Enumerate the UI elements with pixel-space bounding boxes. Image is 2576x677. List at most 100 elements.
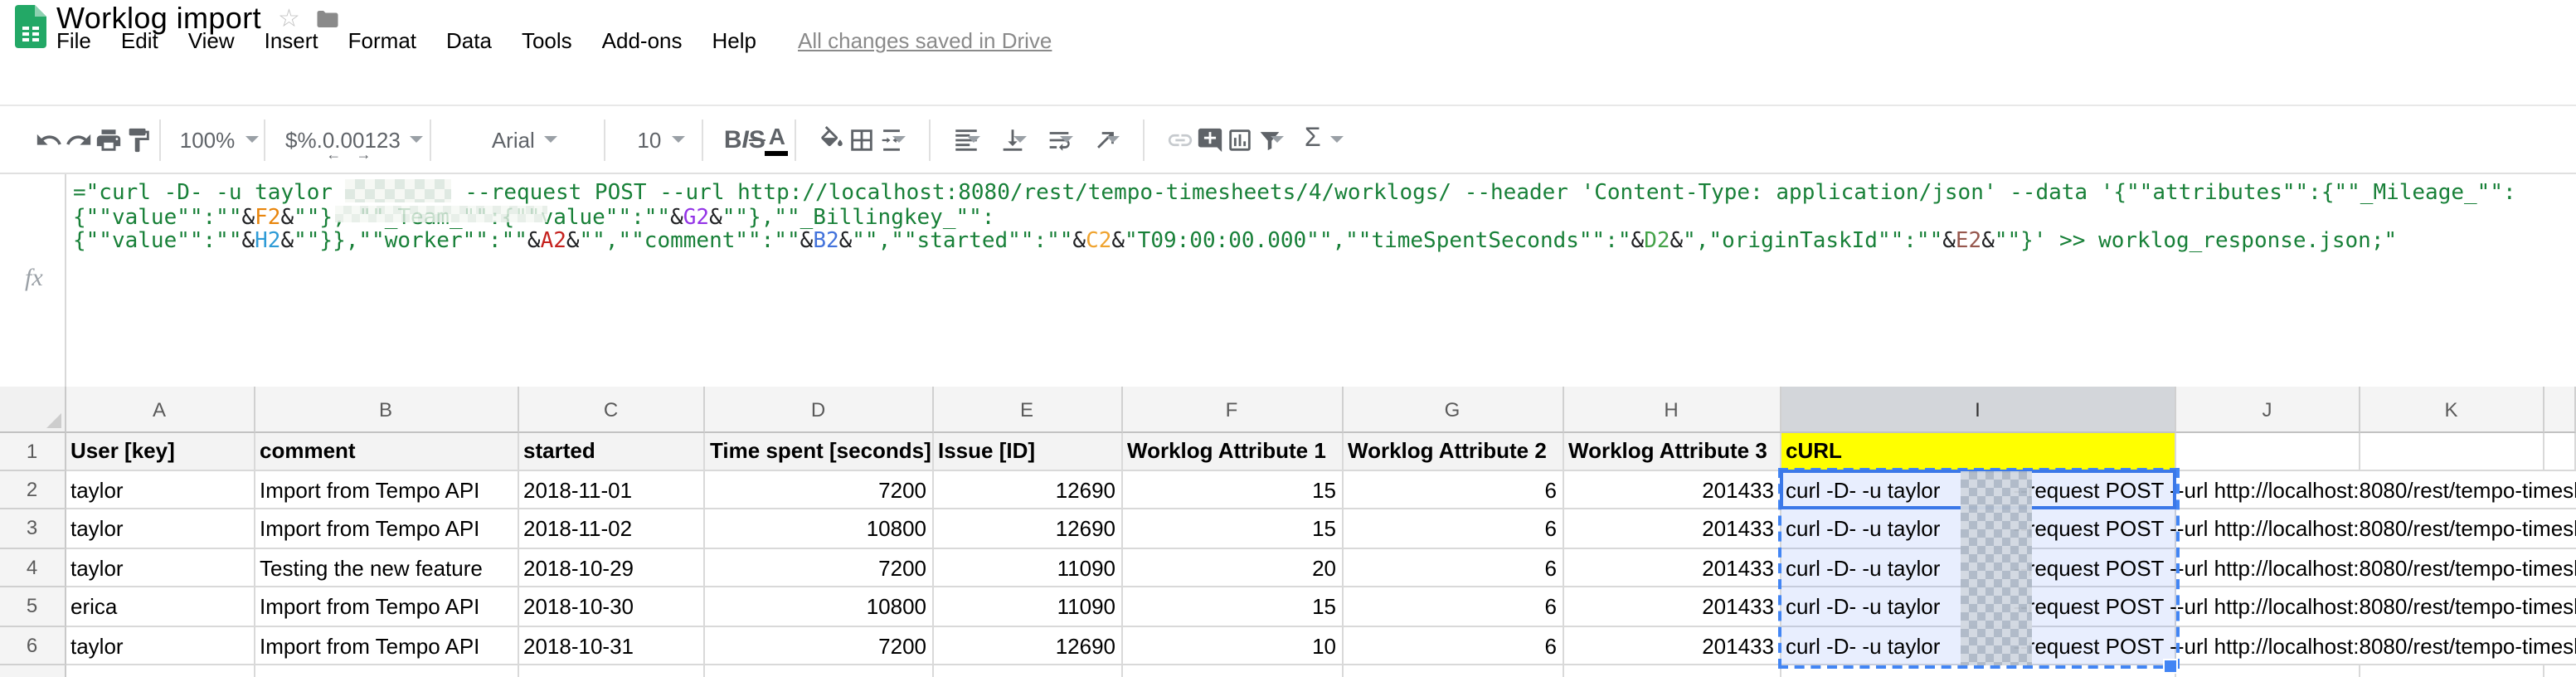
menu-item-file[interactable]: File (41, 28, 106, 53)
column-header-partial[interactable] (2544, 387, 2576, 433)
cell-empty[interactable] (255, 665, 518, 677)
cell-time-spent[interactable]: 10800 (705, 509, 933, 548)
cell-attr1[interactable]: 10 (1122, 626, 1343, 665)
cell-started[interactable]: 2018-11-01 (518, 470, 705, 509)
cell-issue-id[interactable]: 12690 (933, 626, 1122, 665)
star-icon[interactable]: ☆ (278, 6, 300, 31)
column-header-J[interactable]: J (2176, 387, 2360, 433)
cell-user[interactable]: erica (66, 587, 255, 626)
cell-empty[interactable] (66, 665, 255, 677)
menu-item-help[interactable]: Help (697, 28, 772, 53)
cell-attr2[interactable]: 6 (1343, 470, 1563, 509)
format-percent-button[interactable]: % (297, 127, 316, 152)
cell-L1[interactable] (2544, 433, 2576, 470)
cell-J1[interactable] (2176, 433, 2360, 470)
cell-attr2[interactable]: 6 (1343, 509, 1563, 548)
menu-item-format[interactable]: Format (333, 28, 431, 53)
cell-time-spent[interactable]: 7200 (705, 548, 933, 587)
cell-issue-id[interactable]: 11090 (933, 548, 1122, 587)
cell-comment[interactable]: Testing the new feature (255, 548, 518, 587)
decrease-decimal-button[interactable]: .0← (317, 127, 335, 152)
header-cell-E[interactable]: Issue [ID] (933, 433, 1122, 470)
cell-attr2[interactable]: 6 (1343, 626, 1563, 665)
cell-user[interactable]: taylor (66, 626, 255, 665)
cell-issue-id[interactable]: 12690 (933, 509, 1122, 548)
text-color-button[interactable]: A (766, 123, 789, 156)
increase-decimal-button[interactable]: .00→ (334, 127, 364, 152)
functions-button[interactable]: Σ (1305, 124, 1344, 154)
cell-empty[interactable] (933, 665, 1122, 677)
column-header-B[interactable]: B (255, 387, 518, 433)
cell-comment[interactable]: Import from Tempo API (255, 587, 518, 626)
cell-attr3[interactable]: 201433 (1563, 548, 1781, 587)
cell-user[interactable]: taylor (66, 548, 255, 587)
header-cell-C[interactable]: started (518, 433, 705, 470)
number-format-select[interactable]: 123 (364, 127, 423, 152)
cell-empty[interactable] (2360, 665, 2544, 677)
cell-empty[interactable] (1122, 665, 1343, 677)
fill-handle[interactable] (2163, 659, 2178, 674)
zoom-select[interactable]: 100% (181, 127, 257, 152)
folder-icon[interactable] (315, 6, 340, 31)
insert-link-icon[interactable] (1165, 124, 1195, 154)
cell-time-spent[interactable]: 7200 (705, 470, 933, 509)
insert-comment-button[interactable] (1195, 124, 1225, 154)
row-header-5[interactable]: 5 (0, 587, 66, 626)
row-header-3[interactable]: 3 (0, 509, 66, 548)
cell-empty[interactable] (1563, 665, 1781, 677)
cell-started[interactable]: 2018-10-29 (518, 548, 705, 587)
column-header-D[interactable]: D (705, 387, 933, 433)
header-cell-B[interactable]: comment (255, 433, 518, 470)
header-cell-F[interactable]: Worklog Attribute 1 (1122, 433, 1343, 470)
cell-K1[interactable] (2360, 433, 2544, 470)
cell-started[interactable]: 2018-11-02 (518, 509, 705, 548)
italic-button[interactable]: I (742, 125, 749, 153)
redo-button[interactable] (63, 124, 93, 154)
chevron-down-icon[interactable] (1107, 136, 1120, 143)
menu-item-data[interactable]: Data (431, 28, 507, 53)
cell-issue-id[interactable]: 11090 (933, 587, 1122, 626)
cell-attr3[interactable]: 201433 (1563, 626, 1781, 665)
spreadsheet-grid[interactable]: ABCDEFGHIJK1User [key]commentstartedTime… (0, 387, 2576, 677)
chevron-down-icon[interactable] (1061, 136, 1074, 143)
header-cell-A[interactable]: User [key] (66, 433, 255, 470)
cell-comment[interactable]: Import from Tempo API (255, 470, 518, 509)
cell-attr3[interactable]: 201433 (1563, 587, 1781, 626)
menu-item-addons[interactable]: Add-ons (587, 28, 697, 53)
row-header-4[interactable]: 4 (0, 548, 66, 587)
bold-button[interactable]: B (724, 125, 742, 153)
cell-comment[interactable]: Import from Tempo API (255, 509, 518, 548)
print-button[interactable] (93, 124, 123, 154)
menu-item-view[interactable]: View (173, 28, 250, 53)
cell-attr2[interactable]: 6 (1343, 548, 1563, 587)
cell-started[interactable]: 2018-10-31 (518, 626, 705, 665)
column-header-F[interactable]: F (1122, 387, 1343, 433)
chevron-down-icon[interactable] (1014, 136, 1028, 143)
header-cell-H[interactable]: Worklog Attribute 3 (1563, 433, 1781, 470)
cell-attr1[interactable]: 15 (1122, 470, 1343, 509)
cell-issue-id[interactable]: 12690 (933, 470, 1122, 509)
menu-item-tools[interactable]: Tools (507, 28, 587, 53)
cell-empty[interactable] (705, 665, 933, 677)
column-header-A[interactable]: A (66, 387, 255, 433)
cell-time-spent[interactable]: 7200 (705, 626, 933, 665)
cell-attr3[interactable]: 201433 (1563, 509, 1781, 548)
column-header-H[interactable]: H (1563, 387, 1781, 433)
header-cell-G[interactable]: Worklog Attribute 2 (1343, 433, 1563, 470)
column-header-K[interactable]: K (2360, 387, 2544, 433)
paint-format-button[interactable] (123, 124, 153, 154)
header-cell-curl[interactable]: cURL (1781, 433, 2176, 470)
column-header-C[interactable]: C (518, 387, 705, 433)
row-header-2[interactable]: 2 (0, 470, 66, 509)
font-family-select[interactable]: Arial (452, 127, 598, 152)
cell-empty[interactable] (1343, 665, 1563, 677)
cell-started[interactable]: 2018-10-30 (518, 587, 705, 626)
save-status[interactable]: All changes saved in Drive (798, 28, 1052, 53)
chevron-down-icon[interactable] (1271, 136, 1285, 143)
cell-user[interactable]: taylor (66, 470, 255, 509)
format-currency-button[interactable]: $ (285, 127, 297, 152)
cell-attr3[interactable]: 201433 (1563, 470, 1781, 509)
cell-attr2[interactable]: 6 (1343, 587, 1563, 626)
select-all-corner[interactable] (0, 387, 66, 433)
cell-attr1[interactable]: 15 (1122, 509, 1343, 548)
